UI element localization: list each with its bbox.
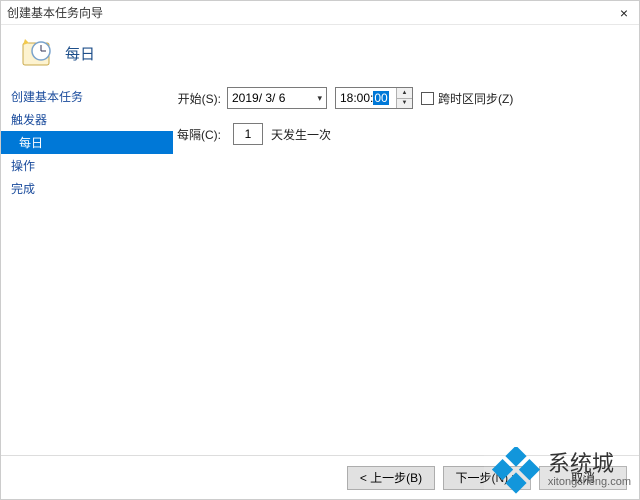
sidebar-item-daily[interactable]: 每日: [1, 131, 173, 154]
next-button[interactable]: 下一步(N) >: [443, 466, 531, 490]
sync-timezone-label: 跨时区同步(Z): [438, 90, 513, 107]
time-prefix: 18:00:: [340, 91, 373, 105]
start-date-picker[interactable]: 2019/ 3/ 6 ▾: [227, 87, 327, 109]
interval-value: 1: [245, 127, 252, 141]
content-pane: 开始(S): 2019/ 3/ 6 ▾ 18:00:00 ▲ ▼ 跨时区同步(Z…: [173, 85, 639, 455]
start-time-spinner[interactable]: 18:00:00 ▲ ▼: [335, 87, 413, 109]
sidebar-item-create-task[interactable]: 创建基本任务: [1, 85, 173, 108]
sidebar: 创建基本任务 触发器 每日 操作 完成: [1, 85, 173, 455]
page-title: 每日: [65, 43, 95, 64]
wizard-window: 创建基本任务向导 × 每日 创建基本任务 触发器 每日 操作 完成 开始(S):: [0, 0, 640, 500]
sidebar-item-trigger[interactable]: 触发器: [1, 108, 173, 131]
back-button[interactable]: < 上一步(B): [347, 466, 435, 490]
interval-suffix: 天发生一次: [271, 126, 331, 143]
sidebar-item-action[interactable]: 操作: [1, 154, 173, 177]
interval-label: 每隔(C):: [173, 126, 221, 143]
start-date-value: 2019/ 3/ 6: [232, 91, 285, 105]
window-title: 创建基本任务向导: [7, 4, 615, 21]
titlebar: 创建基本任务向导 ×: [1, 1, 639, 25]
time-seconds-selected: 00: [373, 91, 388, 105]
spinner-down-icon[interactable]: ▼: [397, 99, 412, 109]
wizard-header: 每日: [1, 25, 639, 85]
interval-row: 每隔(C): 1 天发生一次: [173, 123, 639, 145]
sidebar-item-finish[interactable]: 完成: [1, 177, 173, 200]
time-spinner-buttons[interactable]: ▲ ▼: [396, 88, 412, 108]
spinner-up-icon[interactable]: ▲: [397, 88, 412, 99]
close-button[interactable]: ×: [615, 5, 633, 21]
start-label: 开始(S):: [173, 90, 221, 107]
wizard-footer: < 上一步(B) 下一步(N) > 取消: [1, 455, 639, 499]
sync-timezone-checkbox[interactable]: [421, 92, 434, 105]
cancel-button[interactable]: 取消: [539, 466, 627, 490]
chevron-down-icon: ▾: [317, 93, 322, 104]
start-row: 开始(S): 2019/ 3/ 6 ▾ 18:00:00 ▲ ▼ 跨时区同步(Z…: [173, 87, 639, 109]
clock-icon: [21, 37, 53, 69]
interval-input[interactable]: 1: [233, 123, 263, 145]
wizard-body: 创建基本任务 触发器 每日 操作 完成 开始(S): 2019/ 3/ 6 ▾ …: [1, 85, 639, 455]
